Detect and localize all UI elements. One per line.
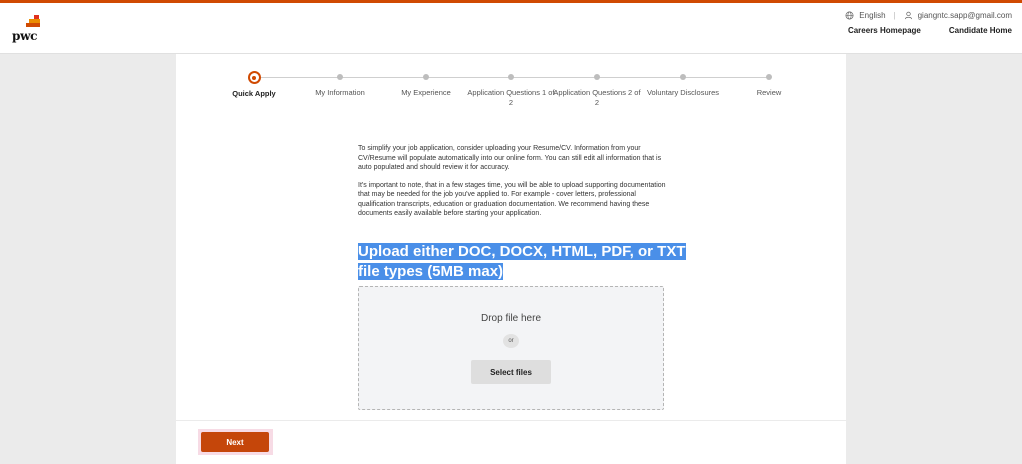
step-dot-icon [594, 74, 600, 80]
candidate-home-link[interactable]: Candidate Home [949, 26, 1012, 35]
upload-heading-line: file types (5MB max) [358, 263, 504, 280]
careers-homepage-link[interactable]: Careers Homepage [848, 26, 921, 35]
step-application-questions-2[interactable]: Application Questions 2 of 2 [552, 68, 642, 107]
language-selector[interactable]: English [859, 11, 885, 20]
step-label: Review [756, 88, 782, 97]
next-button-focus-ring: Next [198, 429, 273, 455]
step-label: Voluntary Disclosures [646, 88, 720, 97]
header-nav: Careers Homepage Candidate Home [848, 26, 1012, 35]
pwc-logo[interactable]: pwc [12, 15, 46, 43]
user-icon [904, 11, 912, 19]
next-button[interactable]: Next [201, 432, 269, 452]
select-files-button[interactable]: Select files [471, 360, 551, 384]
or-divider-badge: or [503, 334, 519, 348]
step-dot-icon [508, 74, 514, 80]
step-label: My Information [315, 88, 365, 97]
step-label: Application Questions 1 of 2 [467, 88, 555, 107]
step-voluntary-disclosures[interactable]: Voluntary Disclosures [638, 68, 728, 98]
progress-stepper: Quick Apply My Information My Experience… [176, 68, 846, 128]
step-dot-icon [766, 74, 772, 80]
drop-file-text: Drop file here [480, 313, 542, 324]
step-quick-apply[interactable]: Quick Apply [209, 68, 299, 99]
step-label: Application Questions 2 of 2 [553, 88, 641, 107]
file-dropzone[interactable]: Drop file here or Select files [358, 286, 664, 410]
step-my-information[interactable]: My Information [295, 68, 385, 98]
step-dot-icon [423, 74, 429, 80]
step-label: My Experience [401, 88, 451, 97]
form-footer: Next [176, 421, 846, 464]
intro-paragraph: It's important to note, that in a few st… [358, 181, 666, 218]
step-review[interactable]: Review [724, 68, 814, 98]
upload-heading-line: Upload either DOC, DOCX, HTML, PDF, or T… [358, 243, 686, 260]
intro-paragraph: To simplify your job application, consid… [358, 145, 662, 171]
globe-icon[interactable] [845, 11, 854, 20]
step-dot-icon [680, 74, 686, 80]
application-card: Quick Apply My Information My Experience… [176, 54, 846, 420]
step-dot-icon [337, 74, 343, 80]
step-my-experience[interactable]: My Experience [381, 68, 471, 98]
utility-bar: English | giangntc.sapp@gmail.com [845, 7, 1012, 23]
intro-text: To simplify your job application, consid… [358, 144, 668, 227]
step-current-dot-icon [247, 71, 261, 84]
site-header: pwc English | giangntc.sapp@gmail.com Ca… [0, 3, 1022, 54]
step-label: Quick Apply [232, 89, 276, 98]
step-application-questions-1[interactable]: Application Questions 1 of 2 [466, 68, 556, 107]
user-email[interactable]: giangntc.sapp@gmail.com [918, 11, 1012, 20]
upload-file-types-heading: Upload either DOC, DOCX, HTML, PDF, or T… [358, 242, 686, 282]
utility-divider: | [893, 10, 896, 20]
logo-text: pwc [12, 29, 38, 43]
